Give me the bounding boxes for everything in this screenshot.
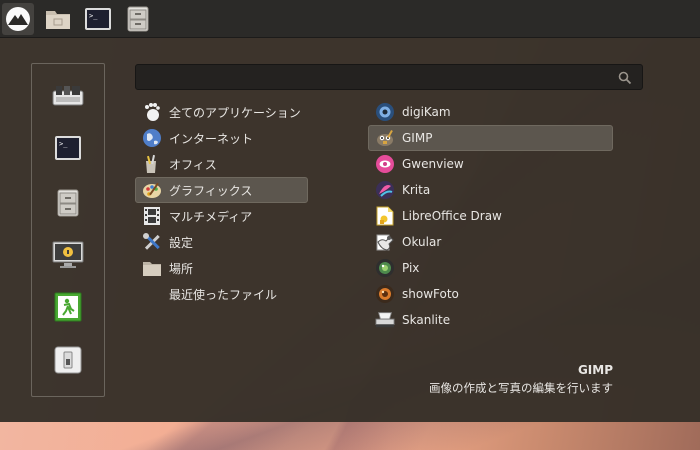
app-pix[interactable]: Pix	[368, 255, 613, 281]
digikam-icon	[375, 102, 395, 122]
category-label: 全てのアプリケーション	[169, 105, 301, 120]
category-settings[interactable]: 設定	[135, 229, 308, 255]
files-folder-icon	[46, 10, 70, 29]
logout-icon	[54, 292, 82, 322]
app-label: Skanlite	[402, 313, 451, 327]
app-skanlite[interactable]: Skanlite	[368, 307, 613, 333]
fav-lock-screen[interactable]	[51, 238, 85, 272]
top-panel: >_	[0, 0, 700, 38]
svg-text:>_: >_	[59, 140, 68, 148]
terminal-icon: >_	[85, 7, 111, 30]
app-description-text: 画像の作成と写真の編集を行います	[429, 381, 613, 395]
category-places[interactable]: 場所	[135, 255, 308, 281]
palette-icon	[142, 180, 162, 200]
category-label: 設定	[169, 235, 194, 250]
app-libreoffice-draw[interactable]: LibreOffice Draw	[368, 203, 613, 229]
gimp-icon	[375, 128, 395, 148]
app-label: GIMP	[402, 131, 433, 145]
globe-icon	[142, 128, 162, 148]
app-label: showFoto	[402, 287, 459, 301]
fav-shutdown[interactable]	[51, 343, 85, 377]
category-label: グラフィックス	[169, 183, 253, 198]
film-strip-icon	[142, 206, 162, 226]
category-all-applications[interactable]: 全てのアプリケーション	[135, 99, 308, 125]
category-office[interactable]: オフィス	[135, 151, 308, 177]
terminal-icon: >_	[55, 136, 81, 160]
libreoffice-draw-icon	[375, 206, 395, 226]
category-label: マルチメディア	[169, 209, 253, 224]
scanner-icon	[375, 310, 395, 330]
app-label: digiKam	[402, 105, 451, 119]
fav-software-manager[interactable]	[51, 79, 85, 113]
search-box[interactable]	[135, 64, 643, 90]
category-label: 場所	[169, 261, 194, 276]
folder-icon	[142, 258, 162, 278]
showfoto-icon	[375, 284, 395, 304]
app-gimp[interactable]: GIMP	[368, 125, 613, 151]
category-graphics[interactable]: グラフィックス	[135, 177, 308, 203]
app-okular[interactable]: Okular	[368, 229, 613, 255]
category-list: 全てのアプリケーション インターネット オフィス グラフィックス マルチメディア	[135, 99, 308, 307]
search-icon	[618, 71, 632, 85]
panel-terminal-button[interactable]: >_	[78, 0, 118, 38]
tools-icon	[142, 232, 162, 252]
category-internet[interactable]: インターネット	[135, 125, 308, 151]
okular-icon	[375, 232, 395, 252]
file-cabinet-icon	[127, 6, 149, 31]
app-krita[interactable]: Krita	[368, 177, 613, 203]
category-label: オフィス	[169, 157, 217, 172]
panel-files-button[interactable]	[38, 0, 78, 38]
app-digikam[interactable]: digiKam	[368, 99, 613, 125]
app-label: LibreOffice Draw	[402, 209, 502, 223]
pix-icon	[375, 258, 395, 278]
fav-terminal[interactable]: >_	[51, 131, 85, 165]
app-showfoto[interactable]: showFoto	[368, 281, 613, 307]
file-cabinet-icon	[57, 189, 79, 217]
lock-screen-icon	[52, 241, 84, 268]
app-gwenview[interactable]: Gwenview	[368, 151, 613, 177]
app-label: Pix	[402, 261, 420, 275]
fav-logout[interactable]	[51, 290, 85, 324]
app-label: Okular	[402, 235, 442, 249]
fav-file-cabinet[interactable]	[51, 186, 85, 220]
krita-icon	[375, 180, 395, 200]
category-label: インターネット	[169, 131, 254, 146]
gwenview-icon	[375, 154, 395, 174]
app-label: Gwenview	[402, 157, 464, 171]
application-list: digiKam GIMP Gwenview Krita LibreOffice …	[368, 99, 613, 333]
distro-logo-icon	[6, 6, 30, 31]
favorites-bar: >_	[31, 63, 105, 397]
app-description: GIMP 画像の作成と写真の編集を行います	[429, 363, 613, 396]
software-manager-icon	[52, 86, 84, 106]
shutdown-icon	[54, 346, 82, 374]
gnome-foot-icon	[142, 102, 162, 122]
app-description-title: GIMP	[577, 363, 613, 377]
office-icon	[142, 154, 162, 174]
svg-text:>_: >_	[89, 12, 98, 20]
app-label: Krita	[402, 183, 431, 197]
category-multimedia[interactable]: マルチメディア	[135, 203, 308, 229]
category-recent-files[interactable]: 最近使ったファイル	[135, 281, 308, 307]
panel-file-cabinet-button[interactable]	[118, 0, 158, 38]
application-menu: >_ 全てのアプリケーション インターネット オフィス グラフィックス マルチメ…	[0, 38, 700, 422]
category-label: 最近使ったファイル	[169, 287, 278, 302]
menu-launcher-button[interactable]	[2, 2, 34, 35]
